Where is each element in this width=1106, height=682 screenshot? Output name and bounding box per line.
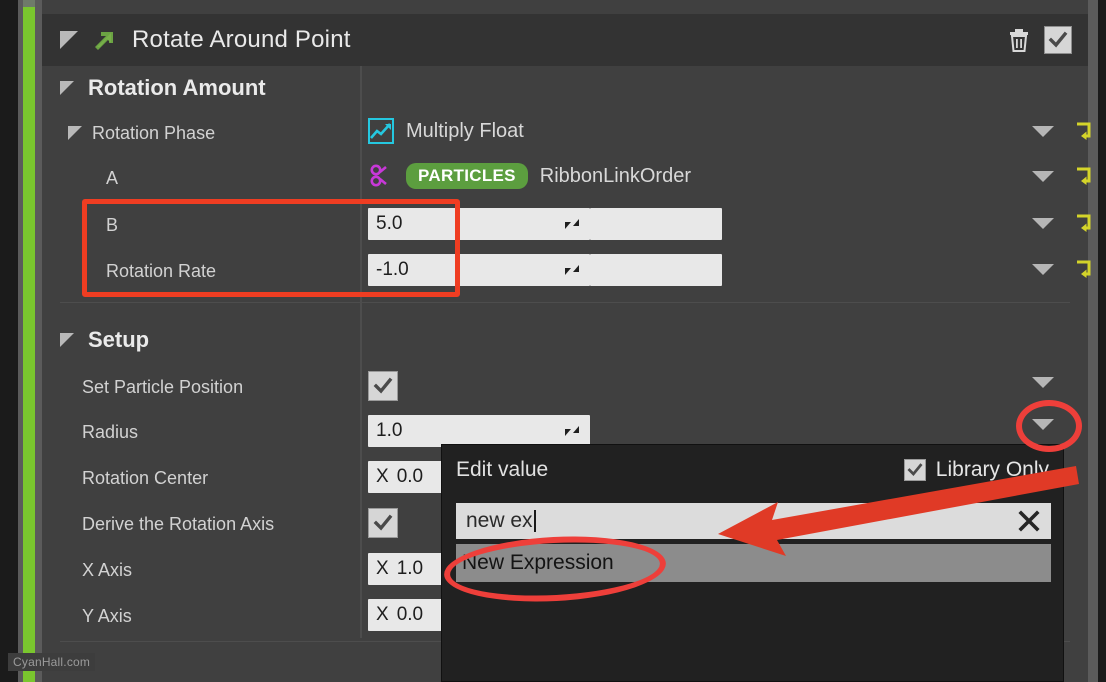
row-label: Radius xyxy=(82,421,139,442)
spinner-arrows-icon[interactable] xyxy=(564,262,580,278)
curve-graph-icon xyxy=(368,118,394,144)
window-right-edge xyxy=(1098,0,1106,682)
node-header[interactable]: Rotate Around Point xyxy=(42,14,1088,66)
reset-to-default-icon[interactable] xyxy=(1072,258,1094,280)
rotation-rate-value: -1.0 xyxy=(376,259,409,280)
expand-triangle-icon[interactable] xyxy=(60,81,74,95)
radius-value: 1.0 xyxy=(376,420,403,441)
row-label: Rotation Center xyxy=(82,467,209,488)
row-label: B xyxy=(106,214,119,235)
b-spinner-track[interactable] xyxy=(590,208,722,240)
row-set-particle-position: Set Particle Position xyxy=(42,364,1088,410)
row-label: Rotation Rate xyxy=(106,260,217,281)
trash-icon[interactable] xyxy=(1008,28,1030,52)
rotation-center-x-value: 0.0 xyxy=(396,466,424,487)
value-a[interactable]: PARTICLES RibbonLinkOrder xyxy=(368,163,691,189)
axis-label: X xyxy=(376,558,389,579)
controls-set-particle-position xyxy=(1032,377,1054,388)
chevron-down-icon[interactable] xyxy=(1032,419,1054,430)
binding-name: RibbonLinkOrder xyxy=(539,164,691,187)
text-caret xyxy=(533,510,536,532)
section-divider xyxy=(60,302,1070,303)
expression-name: Multiply Float xyxy=(406,119,524,142)
section-label: Rotation Amount xyxy=(88,75,266,100)
spinner-arrows-icon[interactable] xyxy=(564,423,580,439)
row-rotation-phase: Rotation Phase xyxy=(42,110,1088,156)
rotation-rate-spinner-track[interactable] xyxy=(590,254,722,286)
search-result-label: New Expression xyxy=(462,551,614,574)
reset-to-default-icon[interactable] xyxy=(1072,165,1094,187)
radius-input[interactable]: 1.0 xyxy=(368,415,590,447)
expand-triangle-icon[interactable] xyxy=(60,31,78,49)
value-radius[interactable]: 1.0 xyxy=(368,415,590,447)
value-set-particle-position[interactable] xyxy=(368,371,398,401)
library-only-label: Library Only xyxy=(935,458,1049,481)
panel-scrollbar[interactable] xyxy=(1088,0,1098,682)
y-axis-x-value: 0.0 xyxy=(396,604,424,625)
b-value: 5.0 xyxy=(376,213,403,234)
expand-triangle-icon[interactable] xyxy=(60,333,74,347)
node-enabled-checkbox[interactable] xyxy=(1044,26,1072,54)
row-label: Rotation Phase xyxy=(92,122,216,143)
edit-value-popup: Edit value Library Only new ex New Expre… xyxy=(441,444,1064,682)
value-derive-the-rotation-axis[interactable] xyxy=(368,508,398,538)
expression-search-field[interactable]: new ex xyxy=(456,503,1051,539)
controls-b xyxy=(1032,212,1094,234)
row-label: A xyxy=(106,167,119,188)
page-title: Rotate Around Point xyxy=(132,26,351,53)
x-axis-x-value: 1.0 xyxy=(396,558,424,579)
row-label: Set Particle Position xyxy=(82,376,244,397)
namespace-badge: PARTICLES xyxy=(406,163,528,189)
chevron-down-icon[interactable] xyxy=(1032,263,1054,275)
watermark: CyanHall.com xyxy=(8,653,96,671)
value-rotation-phase[interactable]: Multiply Float xyxy=(368,118,524,144)
rotation-rate-input[interactable]: -1.0 xyxy=(368,254,590,286)
green-arrow-icon xyxy=(92,28,116,52)
library-only-checkbox[interactable] xyxy=(903,459,926,481)
row-label: X Axis xyxy=(82,559,133,580)
reset-to-default-icon[interactable] xyxy=(1072,212,1094,234)
chevron-down-icon[interactable] xyxy=(1032,377,1054,388)
controls-a xyxy=(1032,165,1094,187)
controls-radius xyxy=(1032,419,1054,430)
controls-rotation-phase xyxy=(1032,120,1094,142)
close-x-icon[interactable] xyxy=(1017,509,1041,533)
axis-label: X xyxy=(376,604,389,625)
b-input[interactable]: 5.0 xyxy=(368,208,590,240)
window-left-edge xyxy=(0,0,18,682)
row-label: Y Axis xyxy=(82,605,132,626)
derive-rotation-axis-checkbox[interactable] xyxy=(368,508,398,538)
link-nodes-icon xyxy=(368,163,394,189)
chevron-down-icon[interactable] xyxy=(1032,125,1054,137)
value-rotation-rate[interactable]: -1.0 xyxy=(368,254,722,286)
set-particle-position-checkbox[interactable] xyxy=(368,371,398,401)
popup-title: Edit value xyxy=(456,458,549,481)
chevron-down-icon[interactable] xyxy=(1032,170,1054,182)
search-result-item[interactable]: New Expression xyxy=(456,544,1051,582)
popup-header: Edit value Library Only xyxy=(442,445,1063,495)
reset-to-default-icon[interactable] xyxy=(1072,120,1094,142)
section-setup[interactable]: Setup xyxy=(42,318,1088,362)
row-label: Derive the Rotation Axis xyxy=(82,513,275,534)
section-rotation-amount[interactable]: Rotation Amount xyxy=(42,66,1088,110)
value-b[interactable]: 5.0 xyxy=(368,208,722,240)
controls-rotation-rate xyxy=(1032,258,1094,280)
library-only-toggle[interactable]: Library Only xyxy=(903,458,1049,482)
expand-triangle-icon[interactable] xyxy=(68,126,82,140)
spinner-arrows-icon[interactable] xyxy=(564,216,580,232)
chevron-down-icon[interactable] xyxy=(1032,217,1054,229)
axis-label: X xyxy=(376,466,389,487)
search-input[interactable]: new ex xyxy=(466,509,533,533)
section-label: Setup xyxy=(88,327,150,352)
green-accent-bar xyxy=(23,7,35,682)
node-header-actions xyxy=(1008,26,1088,54)
screenshot-root: Rotate Around Point Rotation Amount Rota… xyxy=(0,0,1106,682)
